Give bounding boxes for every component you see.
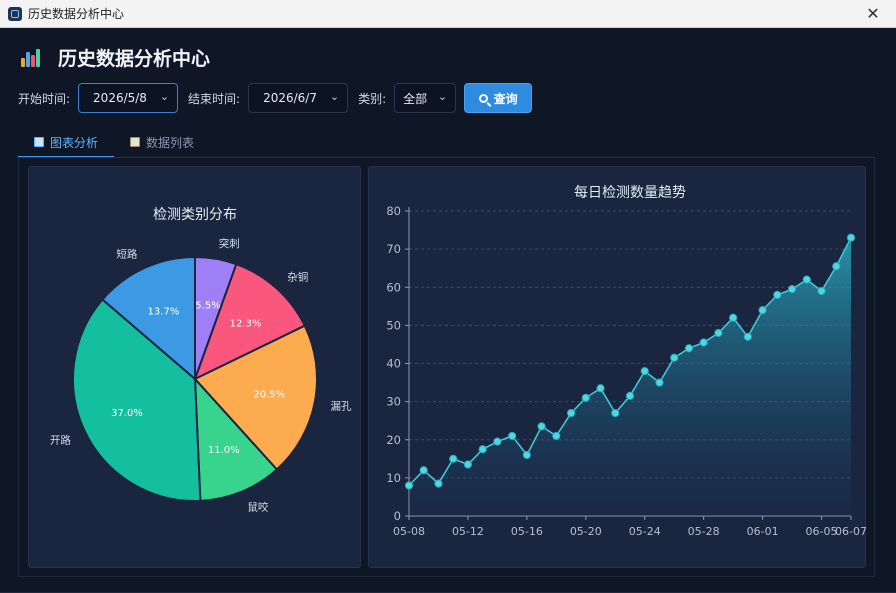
trend-point — [773, 290, 782, 299]
trend-point — [566, 408, 576, 418]
trend-point — [596, 384, 605, 393]
trend-title: 每日检测数量趋势 — [574, 185, 686, 201]
trend-point — [817, 286, 826, 296]
query-button[interactable]: 查询 — [464, 83, 533, 113]
pie-category-label: 开路 — [50, 433, 71, 446]
page-header: 历史数据分析中心 — [20, 44, 210, 71]
y-tick-label: 80 — [386, 204, 401, 218]
trend-area — [409, 237, 851, 516]
query-button-label: 查询 — [493, 91, 518, 106]
tab-bar: 图表分析 数据列表 — [18, 128, 210, 158]
x-tick-label: 05-20 — [570, 525, 602, 538]
pie-value-label: 12.3% — [230, 319, 262, 330]
window-titlebar: 历史数据分析中心 ✕ — [0, 0, 896, 28]
trend-point — [655, 378, 664, 387]
y-tick-label: 20 — [386, 433, 401, 447]
trend-point — [463, 460, 473, 469]
trend-point — [611, 408, 620, 418]
trend-point — [552, 431, 561, 441]
pie-category-label: 鼠咬 — [247, 501, 268, 514]
trend-point — [434, 479, 443, 488]
end-date-value: 2026/6/7 — [263, 91, 317, 105]
trend-point — [449, 454, 458, 463]
window-title: 历史数据分析中心 — [28, 7, 125, 21]
y-tick-label: 0 — [394, 509, 401, 523]
tab-label: 图表分析 — [50, 135, 99, 150]
chart-icon — [34, 137, 44, 147]
pie-value-label: 20.5% — [253, 389, 285, 400]
x-tick-label: 05-16 — [511, 525, 543, 538]
trend-point — [684, 344, 694, 353]
pie-value-label: 11.0% — [208, 445, 240, 456]
trend-point — [537, 422, 546, 431]
trend-point — [581, 393, 590, 402]
page-title: 历史数据分析中心 — [58, 48, 211, 70]
trend-point — [846, 233, 856, 242]
category-select[interactable]: 全部 ⌄ — [394, 83, 457, 113]
trend-point — [404, 481, 414, 490]
x-tick-label: 06-07 — [835, 525, 867, 538]
start-date-value: 2026/5/8 — [93, 91, 147, 105]
pie-value-label: 13.7% — [148, 306, 180, 317]
trend-point — [522, 450, 531, 460]
trend-point — [625, 391, 635, 401]
trend-point — [729, 313, 738, 322]
chevron-down-icon: ⌄ — [329, 90, 340, 103]
y-tick-label: 60 — [386, 280, 401, 294]
trend-point — [758, 306, 767, 315]
x-tick-label: 05-24 — [629, 525, 661, 538]
end-date-picker[interactable]: 2026/6/7 ⌄ — [248, 83, 349, 113]
pie-category-label: 漏孔 — [330, 399, 351, 412]
y-tick-label: 40 — [386, 357, 401, 371]
trend-point — [787, 285, 797, 294]
tab-chart-analysis[interactable]: 图表分析 — [18, 128, 115, 158]
line-chart-panel: 每日检测数量趋势 0 10 20 30 40 50 60 70 80 05-08 05-12 05-16… — [368, 166, 867, 568]
bar-chart-icon — [20, 47, 42, 69]
trend-point — [670, 353, 679, 362]
chevron-down-icon: ⌄ — [159, 90, 170, 103]
search-icon — [478, 93, 488, 103]
end-date-label: 结束时间: — [188, 91, 241, 106]
close-icon[interactable]: ✕ — [850, 0, 896, 27]
pie-chart-panel: 检测类别分布 5.5% 突刺 12.3% 杂铜 20.5% 漏孔 11.0% 鼠咬 37.0% 开路… — [28, 166, 361, 568]
start-date-picker[interactable]: 2026/5/8 ⌄ — [78, 83, 179, 113]
trend-point — [493, 437, 502, 446]
filter-toolbar: 开始时间: 2026/5/8 ⌄ 结束时间: 2026/6/7 ⌄ 类别: 全部… — [18, 82, 533, 114]
start-date-label: 开始时间: — [18, 91, 71, 106]
trend-point — [508, 431, 517, 441]
trend-point — [802, 275, 811, 284]
clipboard-icon — [130, 137, 141, 147]
y-tick-label: 10 — [386, 471, 401, 485]
trend-point — [699, 338, 708, 347]
trend-point — [714, 328, 723, 338]
trend-point — [478, 445, 487, 454]
y-tick-label: 30 — [386, 395, 401, 409]
pie-value-label: 5.5% — [195, 300, 220, 311]
y-tick-label: 50 — [386, 318, 401, 332]
trend-point — [640, 367, 649, 376]
trend-point — [832, 262, 841, 271]
x-tick-label: 05-12 — [452, 525, 484, 538]
x-tick-label: 06-05 — [806, 525, 838, 538]
pie-value-label: 37.0% — [111, 408, 143, 419]
app-icon — [8, 6, 22, 21]
y-tick-label: 70 — [386, 242, 401, 256]
pie-category-label: 杂铜 — [287, 271, 308, 283]
trend-chart: 每日检测数量趋势 0 10 20 30 40 50 60 70 80 05-08 05-12 05-16… — [386, 185, 867, 538]
category-label: 类别: — [358, 91, 387, 106]
pie-title: 检测类别分布 — [153, 207, 237, 223]
pie-category-label: 短路 — [116, 248, 137, 261]
pie-category-label: 突刺 — [219, 237, 240, 250]
trend-point — [743, 332, 752, 341]
chevron-down-icon: ⌄ — [437, 90, 448, 103]
tab-label: 数据列表 — [146, 135, 195, 150]
category-value: 全部 — [403, 91, 428, 106]
x-tick-label: 05-08 — [393, 525, 425, 538]
pie-chart: 检测类别分布 5.5% 突刺 12.3% 杂铜 20.5% 漏孔 11.0% 鼠咬 37.0% 开路… — [50, 207, 352, 514]
trend-point — [419, 466, 428, 475]
x-tick-label: 06-01 — [747, 525, 779, 538]
x-tick-label: 05-28 — [688, 525, 720, 538]
tab-data-list[interactable]: 数据列表 — [114, 128, 210, 156]
